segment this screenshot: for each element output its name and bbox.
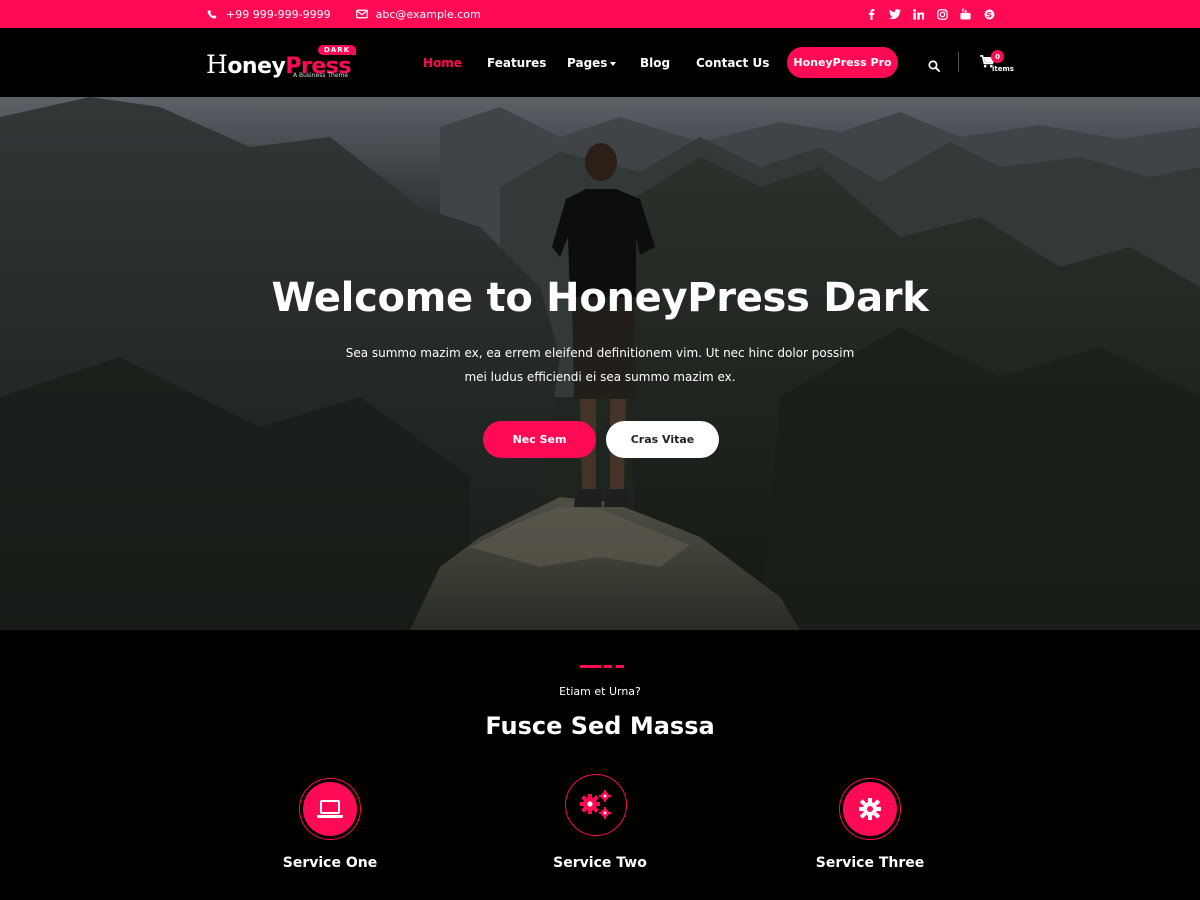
phone-icon xyxy=(207,9,217,18)
caret-down-icon xyxy=(610,61,617,66)
social-links xyxy=(860,0,1001,28)
twitter-icon[interactable] xyxy=(884,9,908,19)
nav-item-pages-label: Pages xyxy=(567,56,608,70)
section-separator xyxy=(580,665,601,668)
pro-button[interactable]: HoneyPress Pro xyxy=(787,47,898,78)
service-one-label: Service One xyxy=(282,855,378,871)
nec-sem-button[interactable]: Nec Sem xyxy=(483,421,596,458)
cogs-icon xyxy=(580,790,611,819)
email-text: abc@example.com xyxy=(375,7,481,21)
gear-icon xyxy=(859,798,881,820)
envelope-icon xyxy=(355,9,368,19)
linkedin-icon[interactable] xyxy=(907,8,931,20)
cras-vitae-button[interactable]: Cras Vitae xyxy=(606,421,719,458)
top-bar: +99 999-999-9999 abc@example.com xyxy=(0,0,1200,28)
phone-text: +99 999-999-9999 xyxy=(226,7,331,21)
hero-description-line-1: Sea summo mazim ex, ea errem eleifend de… xyxy=(345,346,855,360)
instagram-icon[interactable] xyxy=(931,8,955,20)
search-icon[interactable] xyxy=(928,57,940,76)
header-divider xyxy=(958,52,959,72)
section-separator-dash xyxy=(616,665,624,668)
service-two-label: Service Two xyxy=(553,855,647,871)
skype-icon[interactable] xyxy=(978,9,1002,20)
phone-contact[interactable]: +99 999-999-9999 xyxy=(207,8,331,21)
section-separator-dash xyxy=(604,665,612,668)
hero-section: Welcome to HoneyPress Dark Sea summo maz… xyxy=(0,97,1200,630)
email-contact[interactable]: abc@example.com xyxy=(355,7,481,21)
main-nav: Home Features Pages Blog Contact Us xyxy=(0,28,1200,97)
laptop-icon xyxy=(317,800,343,818)
nav-item-home[interactable]: Home xyxy=(423,56,462,70)
youtube-icon[interactable] xyxy=(954,8,978,20)
nav-item-features[interactable]: Features xyxy=(487,56,546,70)
hero-description-line-2: mei ludus efficiendi ei sea summo mazim … xyxy=(464,370,736,384)
facebook-icon[interactable] xyxy=(860,8,884,20)
service-three-label: Service Three xyxy=(815,855,925,871)
site-header: HoneyPress DARK A Business Theme Home Fe… xyxy=(0,28,1200,97)
hero-description: Sea summo mazim ex, ea errem eleifend de… xyxy=(340,341,860,389)
nav-item-blog[interactable]: Blog xyxy=(640,56,670,70)
section-title: Fusce Sed Massa xyxy=(485,712,715,740)
nav-item-contact[interactable]: Contact Us xyxy=(696,56,769,70)
section-kicker: Etiam et Urna? xyxy=(559,685,641,698)
cart-items-label: items xyxy=(992,65,1014,73)
cart-count: 0 xyxy=(991,50,1004,63)
cart-button[interactable]: 0 items xyxy=(980,50,1016,76)
services-section: Etiam et Urna? Fusce Sed Massa Service O… xyxy=(0,630,1200,900)
hero-title: Welcome to HoneyPress Dark xyxy=(271,275,929,321)
nav-item-pages[interactable]: Pages xyxy=(567,56,617,70)
